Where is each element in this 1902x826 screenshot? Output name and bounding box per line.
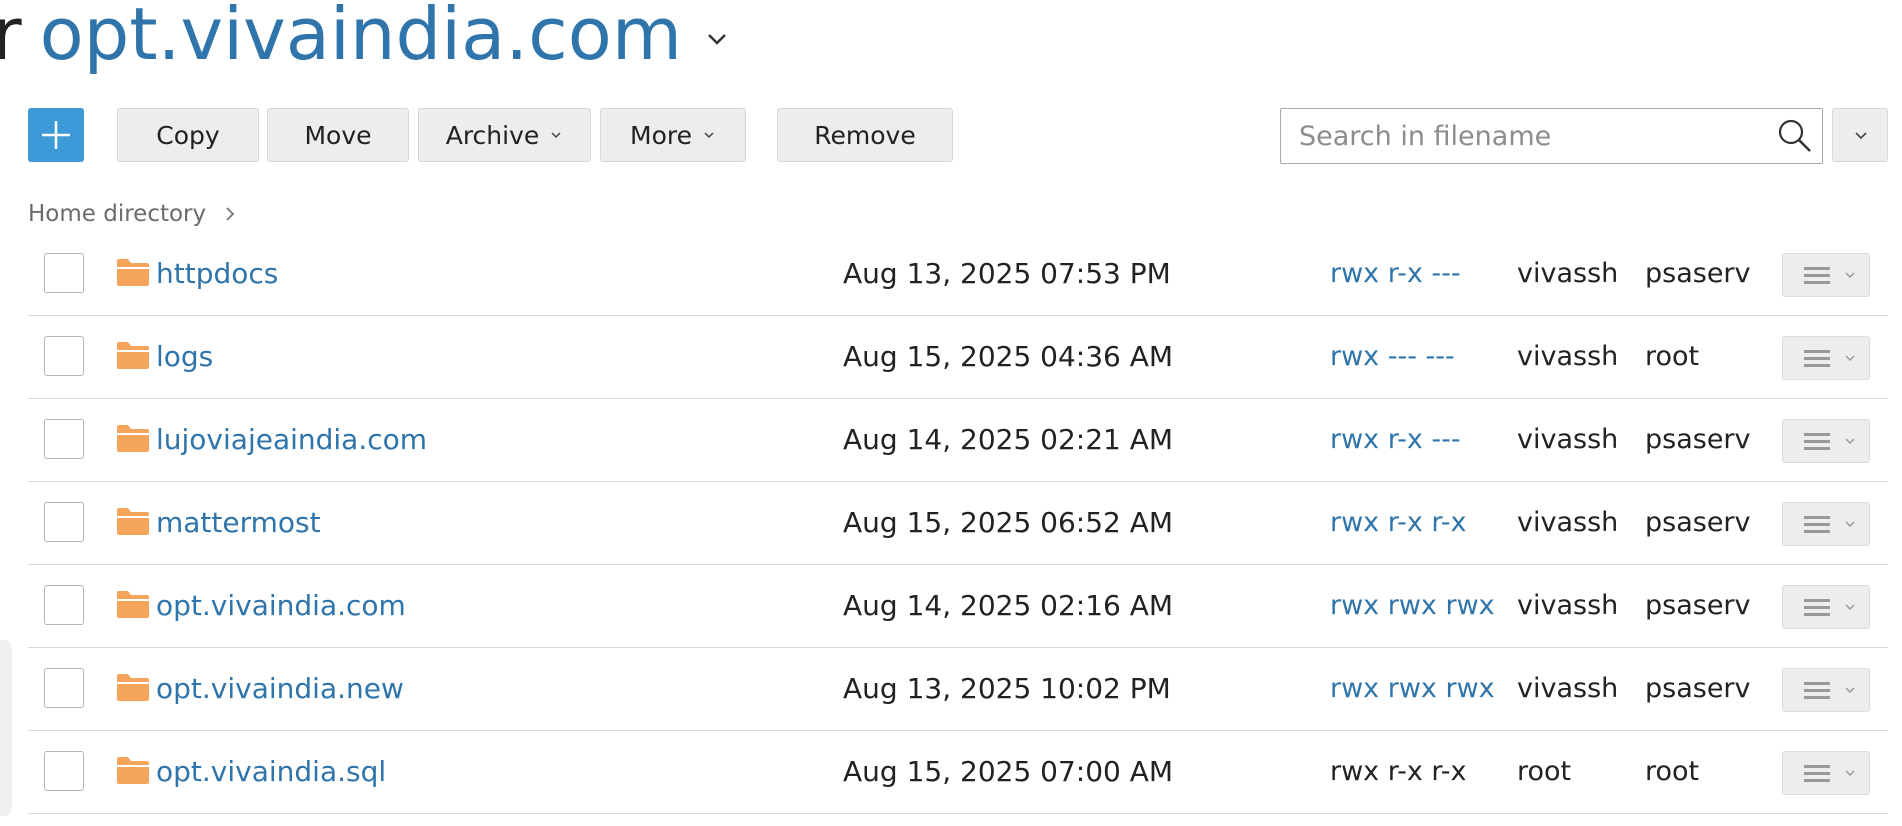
folder-icon xyxy=(117,259,149,286)
table-row[interactable]: opt.vivaindia.sql Aug 15, 2025 07:00 AM rw… xyxy=(28,731,1888,814)
menu-icon xyxy=(1804,516,1855,533)
folder-icon xyxy=(117,425,149,452)
folder-icon xyxy=(117,674,149,701)
file-user: vivassh xyxy=(1517,507,1619,538)
row-checkbox[interactable] xyxy=(44,253,84,293)
file-group: root xyxy=(1645,756,1700,787)
menu-icon xyxy=(1804,599,1855,616)
copy-button[interactable]: Copy xyxy=(117,108,259,162)
breadcrumb: Home directory xyxy=(28,197,240,231)
file-name-link[interactable]: lujoviajeaindia.com xyxy=(156,399,427,481)
file-modified-date: Aug 14, 2025 02:16 AM xyxy=(843,589,1174,622)
table-row[interactable]: mattermost Aug 15, 2025 06:52 AM rwx r-x r… xyxy=(28,482,1888,565)
file-user: vivassh xyxy=(1517,590,1619,621)
file-group: psaserv xyxy=(1645,590,1751,621)
file-user: root xyxy=(1517,756,1572,787)
file-modified-date: Aug 15, 2025 04:36 AM xyxy=(843,340,1174,373)
file-modified-date: Aug 13, 2025 10:02 PM xyxy=(843,672,1171,705)
breadcrumb-home[interactable]: Home directory xyxy=(28,201,206,227)
search-input[interactable] xyxy=(1281,109,1761,163)
page-title: r opt.vivaindia.com xyxy=(0,0,732,74)
menu-icon xyxy=(1804,350,1855,367)
file-name-link[interactable]: opt.vivaindia.new xyxy=(156,648,404,730)
file-permissions[interactable]: rwx rwx rwx xyxy=(1330,565,1495,647)
folder-icon xyxy=(117,591,149,618)
file-modified-date: Aug 15, 2025 07:00 AM xyxy=(843,755,1174,788)
side-panel-tab[interactable] xyxy=(0,640,12,816)
file-permissions[interactable]: rwx r-x --- xyxy=(1330,233,1461,315)
row-actions-button[interactable] xyxy=(1782,585,1870,629)
file-group: root xyxy=(1645,341,1700,372)
menu-icon xyxy=(1804,765,1855,782)
file-group: psaserv xyxy=(1645,507,1751,538)
file-permissions: rwx r-x r-x xyxy=(1330,756,1467,787)
table-row[interactable]: httpdocs Aug 13, 2025 07:53 PM rwx r-x ---… xyxy=(28,233,1888,316)
file-permissions[interactable]: rwx r-x --- xyxy=(1330,399,1461,481)
table-row[interactable]: logs Aug 15, 2025 04:36 AM rwx --- --- viva… xyxy=(28,316,1888,399)
search-box xyxy=(1280,108,1823,164)
move-button[interactable]: Move xyxy=(267,108,409,162)
chevron-down-icon xyxy=(704,132,714,139)
more-button[interactable]: More xyxy=(600,108,746,162)
remove-button-label: Remove xyxy=(814,120,916,150)
file-permissions[interactable]: rwx rwx rwx xyxy=(1330,648,1495,730)
add-button[interactable] xyxy=(28,108,84,162)
search-icon[interactable] xyxy=(1776,117,1814,155)
row-actions-button[interactable] xyxy=(1782,668,1870,712)
table-row[interactable]: opt.vivaindia.new Aug 13, 2025 10:02 PM rw… xyxy=(28,648,1888,731)
row-actions-button[interactable] xyxy=(1782,253,1870,297)
copy-button-label: Copy xyxy=(156,120,220,150)
file-user: vivassh xyxy=(1517,258,1619,289)
domain-selector[interactable]: opt.vivaindia.com xyxy=(40,0,682,74)
file-list: httpdocs Aug 13, 2025 07:53 PM rwx r-x ---… xyxy=(28,233,1888,814)
file-name-link[interactable]: logs xyxy=(156,316,213,398)
table-row[interactable]: lujoviajeaindia.com Aug 14, 2025 02:21 AM… xyxy=(28,399,1888,482)
folder-icon xyxy=(117,757,149,784)
more-button-label: More xyxy=(630,120,692,150)
remove-button[interactable]: Remove xyxy=(777,108,953,162)
row-checkbox[interactable] xyxy=(44,751,84,791)
file-user: vivassh xyxy=(1517,424,1619,455)
file-permissions[interactable]: rwx r-x r-x xyxy=(1330,482,1467,564)
row-checkbox[interactable] xyxy=(44,668,84,708)
file-modified-date: Aug 15, 2025 06:52 AM xyxy=(843,506,1174,539)
file-user: vivassh xyxy=(1517,341,1619,372)
chevron-right-icon xyxy=(226,207,235,221)
chevron-down-icon xyxy=(1855,132,1867,140)
row-actions-button[interactable] xyxy=(1782,419,1870,463)
row-actions-button[interactable] xyxy=(1782,502,1870,546)
file-group: psaserv xyxy=(1645,258,1751,289)
file-name-link[interactable]: opt.vivaindia.sql xyxy=(156,731,386,813)
row-actions-button[interactable] xyxy=(1782,751,1870,795)
file-user: vivassh xyxy=(1517,673,1619,704)
menu-icon xyxy=(1804,433,1855,450)
row-checkbox[interactable] xyxy=(44,502,84,542)
menu-icon xyxy=(1804,682,1855,699)
file-permissions[interactable]: rwx --- --- xyxy=(1330,316,1455,398)
row-checkbox[interactable] xyxy=(44,336,84,376)
archive-button-label: Archive xyxy=(445,120,540,150)
file-group: psaserv xyxy=(1645,673,1751,704)
folder-icon xyxy=(117,342,149,369)
file-modified-date: Aug 14, 2025 02:21 AM xyxy=(843,423,1174,456)
page-title-prefix: r xyxy=(0,0,22,76)
chevron-down-icon xyxy=(551,132,561,139)
archive-button[interactable]: Archive xyxy=(418,108,591,162)
row-checkbox[interactable] xyxy=(44,419,84,459)
file-name-link[interactable]: httpdocs xyxy=(156,233,278,315)
plus-icon xyxy=(42,121,70,149)
table-row[interactable]: opt.vivaindia.com Aug 14, 2025 02:16 AM rw… xyxy=(28,565,1888,648)
row-actions-button[interactable] xyxy=(1782,336,1870,380)
file-name-link[interactable]: opt.vivaindia.com xyxy=(156,565,406,647)
folder-icon xyxy=(117,508,149,535)
file-modified-date: Aug 13, 2025 07:53 PM xyxy=(843,257,1171,290)
file-name-link[interactable]: mattermost xyxy=(156,482,321,564)
row-checkbox[interactable] xyxy=(44,585,84,625)
file-group: psaserv xyxy=(1645,424,1751,455)
menu-icon xyxy=(1804,267,1855,284)
move-button-label: Move xyxy=(304,120,372,150)
chevron-down-icon[interactable] xyxy=(702,24,732,54)
search-options-button[interactable] xyxy=(1832,108,1888,162)
